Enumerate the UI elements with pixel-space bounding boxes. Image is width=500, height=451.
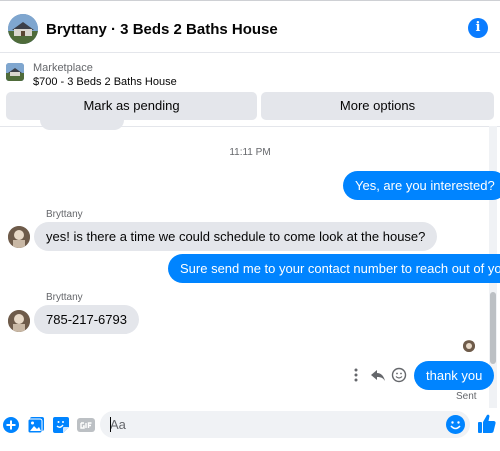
outgoing-message-bubble[interactable]: Sure send me to your contact number to r… bbox=[168, 254, 500, 283]
previous-message-bubble bbox=[40, 120, 124, 130]
message-input[interactable] bbox=[100, 411, 470, 438]
incoming-message-bubble[interactable]: 785-217-6793 bbox=[34, 305, 139, 334]
sender-avatar[interactable] bbox=[8, 310, 30, 332]
seen-avatar bbox=[463, 340, 475, 352]
reply-icon[interactable] bbox=[370, 367, 386, 386]
listing-thumbnail[interactable] bbox=[8, 14, 38, 44]
incoming-message-bubble[interactable]: yes! is there a time we could schedule t… bbox=[34, 222, 438, 251]
listing-small-thumbnail[interactable] bbox=[6, 63, 24, 81]
more-options-button[interactable]: More options bbox=[261, 92, 494, 120]
react-icon[interactable] bbox=[391, 367, 407, 386]
listing-category: Marketplace bbox=[33, 62, 93, 74]
mark-as-pending-button[interactable]: Mark as pending bbox=[6, 92, 257, 120]
text-cursor bbox=[110, 417, 111, 432]
sender-name: Bryttany bbox=[46, 292, 83, 303]
thumbs-up-icon[interactable] bbox=[478, 414, 496, 433]
photo-icon[interactable] bbox=[27, 416, 45, 434]
scrollbar-thumb[interactable] bbox=[490, 292, 496, 364]
gif-icon[interactable] bbox=[77, 416, 95, 434]
sender-name: Bryttany bbox=[46, 209, 83, 220]
delivery-status: Sent bbox=[456, 391, 477, 402]
header-divider bbox=[0, 126, 500, 127]
conversation-title[interactable]: Bryttany · 3 Beds 2 Baths House bbox=[46, 21, 278, 38]
message-timestamp: 11:11 PM bbox=[229, 147, 271, 158]
outgoing-message-bubble[interactable]: Yes, are you interested? bbox=[343, 171, 500, 200]
listing-description[interactable]: $700 - 3 Beds 2 Baths House bbox=[33, 76, 177, 88]
more-vertical-icon[interactable] bbox=[353, 367, 359, 386]
sender-avatar[interactable] bbox=[8, 226, 30, 248]
chat-header: Bryttany · 3 Beds 2 Baths House i bbox=[0, 1, 500, 53]
outgoing-message-bubble[interactable]: thank you bbox=[414, 361, 495, 390]
emoji-icon[interactable] bbox=[446, 415, 465, 434]
sticker-icon[interactable] bbox=[52, 416, 70, 434]
info-icon[interactable]: i bbox=[468, 18, 488, 38]
plus-icon[interactable] bbox=[2, 416, 20, 434]
